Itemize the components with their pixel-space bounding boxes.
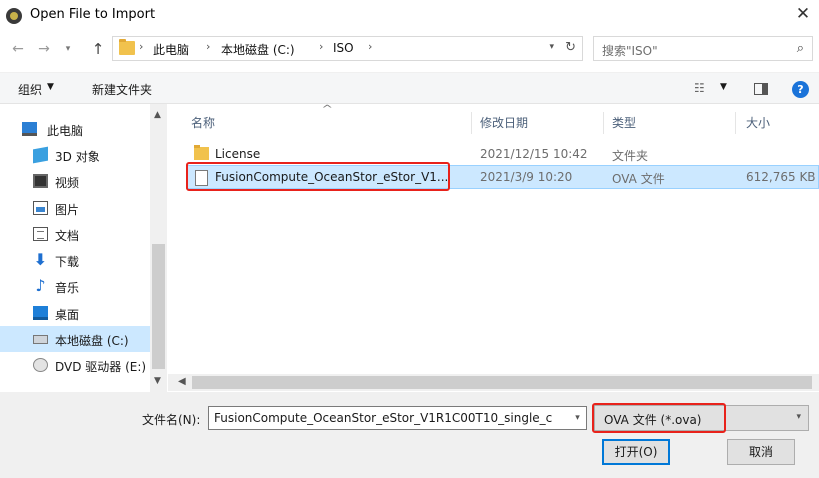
nav-item-this-pc[interactable]: 此电脑 <box>0 116 150 142</box>
nav-item-label: 下载 <box>55 255 80 269</box>
help-icon[interactable]: ? <box>792 81 809 98</box>
pictures-icon <box>33 201 48 215</box>
organize-menu-button[interactable]: 组织 <box>18 81 42 98</box>
breadcrumb-local-disk[interactable]: 本地磁盘 (C:) <box>221 41 295 58</box>
new-folder-button[interactable]: 新建文件夹 <box>92 81 152 98</box>
download-icon: ⬇ <box>33 250 48 269</box>
nav-item-label: 桌面 <box>55 308 80 322</box>
search-placeholder: 搜索"ISO" <box>602 44 658 58</box>
scroll-left-icon[interactable]: ◀ <box>178 376 186 387</box>
nav-item-videos[interactable]: 视频 <box>0 168 150 194</box>
address-dropdown-chevron-icon[interactable]: ▾ <box>549 42 554 52</box>
file-type-chevron-down-icon[interactable]: ▾ <box>796 412 801 422</box>
close-button[interactable]: ✕ <box>791 2 815 26</box>
scroll-up-icon[interactable]: ▲ <box>154 110 161 120</box>
breadcrumb-separator: › <box>319 40 324 53</box>
scrollbar-thumb[interactable] <box>152 244 165 369</box>
preview-pane-icon[interactable] <box>754 83 768 95</box>
open-button[interactable]: 打开(O) <box>602 439 670 465</box>
nav-item-local-disk[interactable]: 本地磁盘 (C:) <box>0 326 150 352</box>
column-divider[interactable] <box>603 112 604 134</box>
breadcrumb-separator: › <box>206 40 211 53</box>
app-icon <box>6 8 22 24</box>
sort-ascending-icon: ^ <box>321 104 334 115</box>
annotation-highlight-box <box>186 162 450 191</box>
3d-objects-icon <box>33 146 48 164</box>
navigation-pane: 此电脑 3D 对象 视频 图片 文档 ⬇ 下载 ♪ 音乐 桌面 本地磁盘 (C:… <box>0 104 168 392</box>
column-header-name[interactable]: 名称 <box>191 114 215 131</box>
organize-chevron-down-icon[interactable]: ▼ <box>47 82 54 92</box>
view-options-chevron-down-icon[interactable]: ▼ <box>720 82 727 92</box>
column-divider[interactable] <box>735 112 736 134</box>
view-options-icon[interactable]: ☷ <box>694 81 705 95</box>
folder-icon <box>194 145 209 160</box>
forward-arrow-icon[interactable]: → <box>34 39 54 59</box>
file-name: License <box>215 147 261 161</box>
breadcrumb-separator: › <box>139 40 144 53</box>
file-type: 文件夹 <box>612 149 649 163</box>
column-header-size[interactable]: 大小 <box>746 114 770 131</box>
breadcrumb-this-pc[interactable]: 此电脑 <box>153 41 189 58</box>
nav-item-label: 此电脑 <box>47 124 84 138</box>
nav-item-label: 图片 <box>55 203 80 217</box>
nav-item-label: 3D 对象 <box>55 150 100 164</box>
command-toolbar: 组织 ▼ 新建文件夹 ☷ ▼ ? <box>0 72 819 104</box>
file-size: 612,765 KB <box>746 170 816 184</box>
annotation-highlight-box <box>592 403 726 433</box>
window-title: Open File to Import <box>30 7 156 22</box>
nav-item-downloads[interactable]: ⬇ 下载 <box>0 247 150 273</box>
nav-item-3d-objects[interactable]: 3D 对象 <box>0 142 150 168</box>
cancel-button[interactable]: 取消 <box>727 439 795 465</box>
computer-icon <box>22 122 37 136</box>
column-divider[interactable] <box>471 112 472 134</box>
nav-item-label: DVD 驱动器 (E:) <box>55 360 147 374</box>
breadcrumb-iso[interactable]: ISO <box>333 41 354 55</box>
filename-value: FusionCompute_OceanStor_eStor_V1R1C00T10… <box>214 411 553 425</box>
file-modified: 2021/12/15 10:42 <box>480 147 588 161</box>
nav-item-label: 本地磁盘 (C:) <box>55 334 129 348</box>
nav-item-label: 文档 <box>55 229 80 243</box>
nav-item-dvd-drive[interactable]: DVD 驱动器 (E:) <box>0 352 150 378</box>
column-header-type[interactable]: 类型 <box>612 114 636 131</box>
search-icon[interactable]: ⌕ <box>797 41 804 56</box>
recent-locations-chevron-icon[interactable]: ▾ <box>58 39 78 59</box>
up-arrow-icon[interactable]: ↑ <box>88 39 108 59</box>
file-list-horizontal-scrollbar[interactable]: ◀ <box>168 374 819 391</box>
documents-icon <box>33 227 48 241</box>
drive-icon <box>33 335 48 344</box>
filename-history-chevron-icon[interactable]: ▾ <box>569 407 586 429</box>
nav-item-pictures[interactable]: 图片 <box>0 195 150 221</box>
dvd-icon <box>33 358 48 372</box>
nav-item-desktop[interactable]: 桌面 <box>0 300 150 326</box>
folder-icon <box>119 39 135 55</box>
file-list: ^ 名称 修改日期 类型 大小 License 2021/12/15 10:42… <box>168 104 819 392</box>
search-input[interactable]: 搜索"ISO" ⌕ <box>593 36 813 61</box>
refresh-icon[interactable]: ↻ <box>565 40 576 55</box>
file-type: OVA 文件 <box>612 172 665 186</box>
filename-label: 文件名(N): <box>142 413 201 427</box>
scrollbar-thumb[interactable] <box>192 376 812 389</box>
nav-pane-scrollbar[interactable]: ▲ ▼ <box>150 104 167 392</box>
column-header-modified[interactable]: 修改日期 <box>480 114 528 131</box>
breadcrumb-separator: › <box>368 40 373 53</box>
title-bar: Open File to Import ✕ <box>0 0 819 32</box>
nav-item-label: 音乐 <box>55 281 80 295</box>
scroll-down-icon[interactable]: ▼ <box>154 376 161 386</box>
video-icon <box>33 174 48 188</box>
file-modified: 2021/3/9 10:20 <box>480 170 573 184</box>
back-arrow-icon[interactable]: ← <box>8 39 28 59</box>
nav-item-label: 视频 <box>55 176 80 190</box>
filename-input[interactable]: FusionCompute_OceanStor_eStor_V1R1C00T10… <box>208 406 587 430</box>
address-bar[interactable]: › 此电脑 › 本地磁盘 (C:) › ISO › ▾ ↻ <box>112 36 583 61</box>
desktop-icon <box>33 306 48 320</box>
nav-item-music[interactable]: ♪ 音乐 <box>0 273 150 299</box>
nav-item-documents[interactable]: 文档 <box>0 221 150 247</box>
music-icon: ♪ <box>35 276 46 295</box>
